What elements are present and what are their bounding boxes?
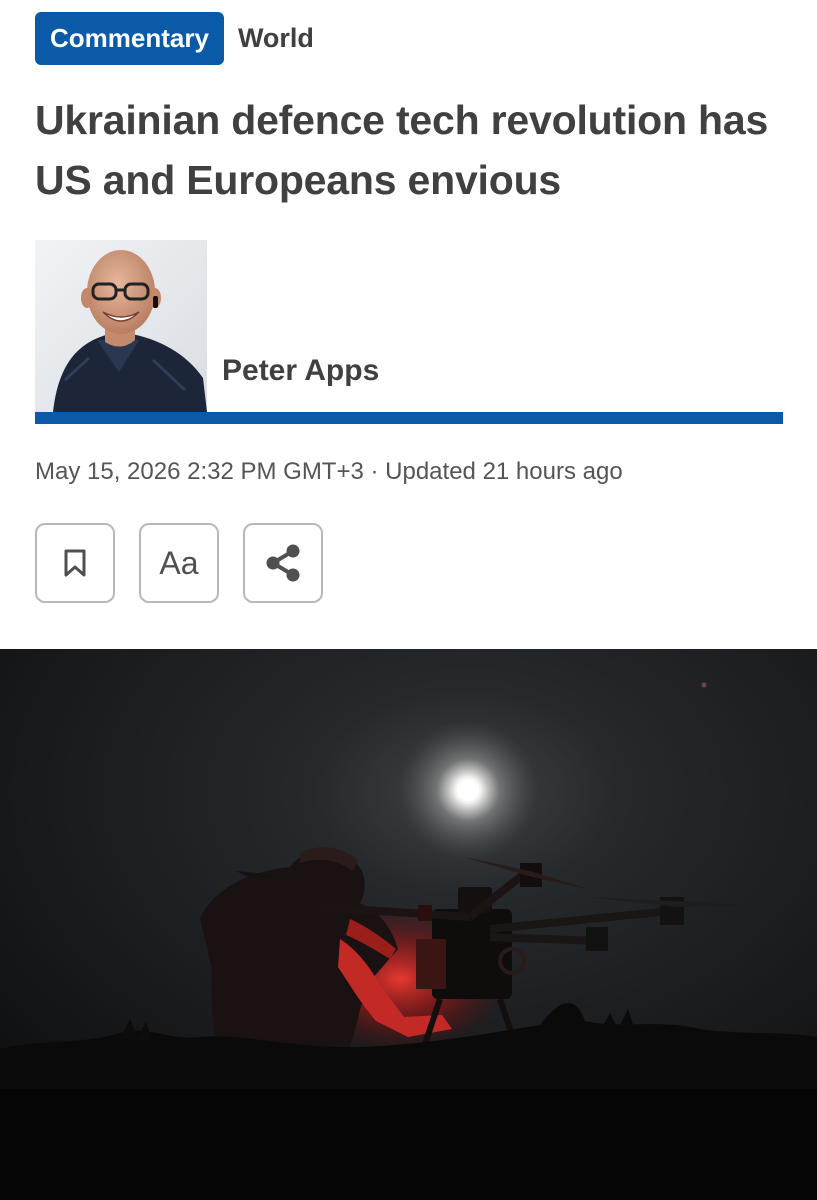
author-name[interactable]: Peter Apps <box>222 354 379 388</box>
tag-world[interactable]: World <box>238 23 314 54</box>
hero-image[interactable] <box>0 649 817 1200</box>
author-byline: Peter Apps <box>35 240 783 424</box>
article-tags: Commentary World <box>35 12 314 65</box>
author-portrait-image <box>35 240 207 412</box>
article-dateline: May 15, 2026 2:32 PM GMT+3 · Updated 21 … <box>35 458 623 485</box>
bookmark-button[interactable] <box>35 523 115 603</box>
font-size-button[interactable]: Aa <box>139 523 219 603</box>
share-button[interactable] <box>243 523 323 603</box>
share-icon <box>266 544 300 582</box>
article-toolbar: Aa <box>35 523 323 603</box>
bookmark-icon <box>64 549 86 577</box>
author-divider <box>35 412 783 424</box>
author-avatar[interactable] <box>35 240 207 412</box>
article-headline: Ukrainian defence tech revolution has US… <box>35 97 769 203</box>
drone-night-photo <box>0 649 817 1200</box>
tag-commentary[interactable]: Commentary <box>35 12 224 65</box>
font-size-label: Aa <box>159 544 199 581</box>
